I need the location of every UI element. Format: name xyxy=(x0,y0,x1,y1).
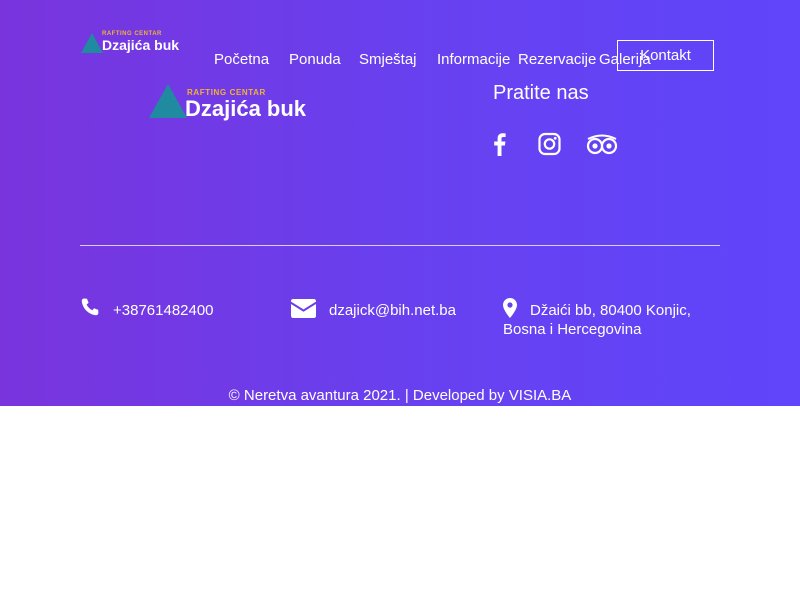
nav-item-smjestaj[interactable]: Smještaj xyxy=(359,51,417,68)
instagram-icon[interactable] xyxy=(538,132,561,156)
nav-item-pocetna[interactable]: Početna xyxy=(214,51,269,68)
address-line-1: Džaići bb, 80400 Konjic, xyxy=(530,302,691,319)
phone-icon xyxy=(81,298,99,316)
logo-mark-icon xyxy=(81,33,103,53)
follow-heading: Pratite nas xyxy=(493,82,589,104)
kontakt-button[interactable]: Kontakt xyxy=(617,40,714,71)
facebook-icon[interactable] xyxy=(490,132,508,156)
nav-item-informacije[interactable]: Informacije xyxy=(437,51,510,68)
phone-number: +38761482400 xyxy=(113,302,214,319)
email-address: dzajick@bih.net.ba xyxy=(329,302,456,319)
envelope-icon xyxy=(291,299,316,318)
nav-item-ponuda[interactable]: Ponuda xyxy=(289,51,341,68)
logo-mark-icon xyxy=(149,84,187,118)
address-line-2: Bosna i Hercegovina xyxy=(503,321,642,338)
header-logo[interactable]: RAFTING CENTAR Dzajića buk xyxy=(81,31,181,57)
tripadvisor-icon[interactable] xyxy=(585,132,619,156)
logo-name: Dzajića buk xyxy=(102,37,180,53)
divider xyxy=(80,245,720,246)
copyright-text: © Neretva avantura 2021. | Developed by … xyxy=(228,387,572,404)
logo-name: Dzajića buk xyxy=(185,96,307,121)
footer-hero-section: RAFTING CENTAR Dzajića buk Početna Ponud… xyxy=(0,0,800,406)
nav-item-rezervacije[interactable]: Rezervacije xyxy=(518,51,596,68)
map-pin-icon xyxy=(503,298,517,318)
footer-logo[interactable]: RAFTING CENTAR Dzajića buk xyxy=(149,82,319,122)
